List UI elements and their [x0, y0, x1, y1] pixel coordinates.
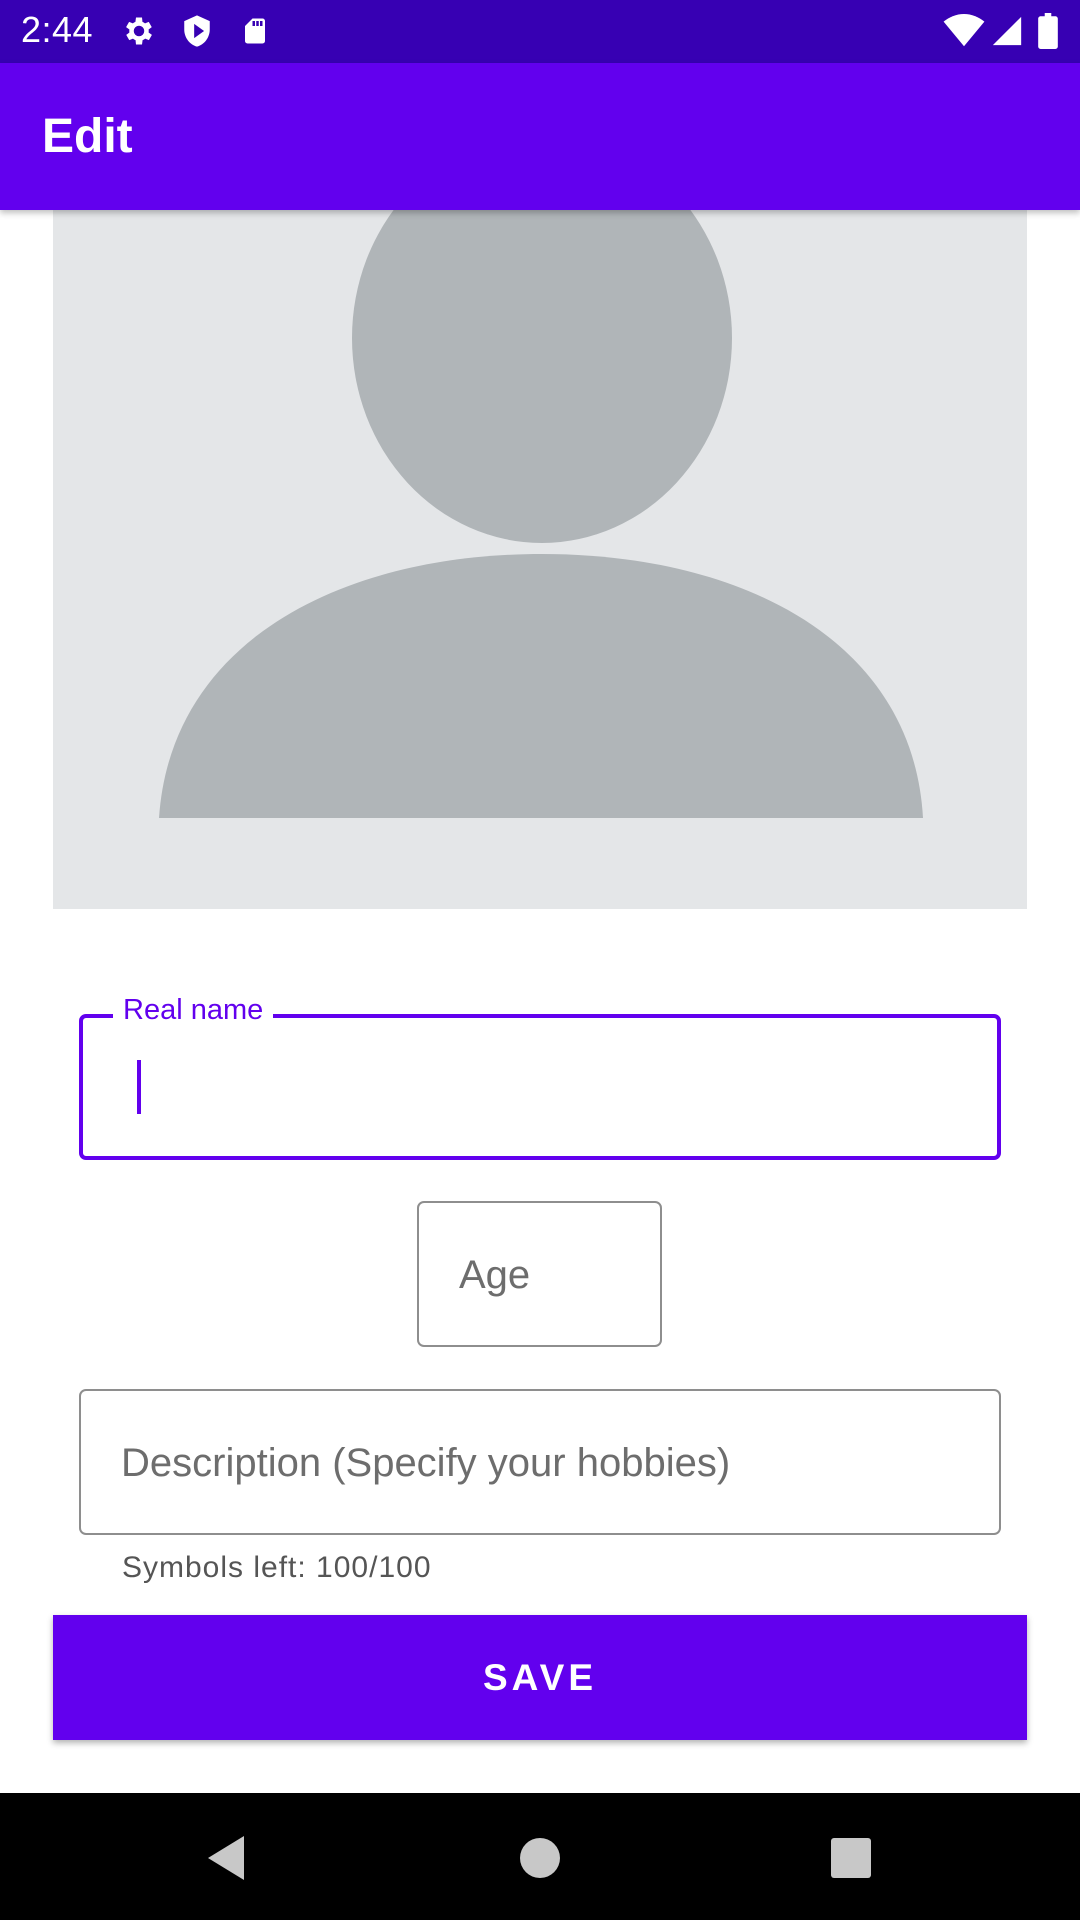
age-placeholder: Age [459, 1253, 531, 1297]
real-name-field[interactable]: Real name [79, 994, 1001, 1160]
sd-card-icon [236, 12, 274, 50]
recents-icon[interactable] [806, 1813, 896, 1903]
text-cursor [137, 1060, 141, 1114]
page-title: Edit [42, 110, 133, 163]
back-icon[interactable] [181, 1813, 271, 1903]
real-name-label: Real name [113, 994, 274, 1027]
gear-icon [120, 12, 158, 50]
save-button[interactable]: SAVE [53, 1615, 1027, 1740]
status-time: 2:44 [21, 9, 94, 50]
app-bar: Edit [0, 63, 1080, 210]
description-placeholder: Description (Specify your hobbies) [121, 1441, 731, 1485]
age-field[interactable]: Age [417, 1201, 662, 1347]
battery-icon [1031, 12, 1065, 50]
person-placeholder-icon [159, 210, 923, 818]
shield-play-icon [178, 12, 216, 50]
cell-signal-icon [988, 12, 1026, 50]
symbols-left-counter: Symbols left: 100/100 [122, 1551, 432, 1584]
system-nav-bar [0, 1793, 1080, 1920]
status-bar: 2:44 [0, 0, 1080, 63]
description-field[interactable]: Description (Specify your hobbies) [79, 1389, 1001, 1535]
home-icon[interactable] [495, 1813, 585, 1903]
wifi-icon [942, 12, 986, 50]
profile-photo[interactable] [53, 210, 1027, 909]
